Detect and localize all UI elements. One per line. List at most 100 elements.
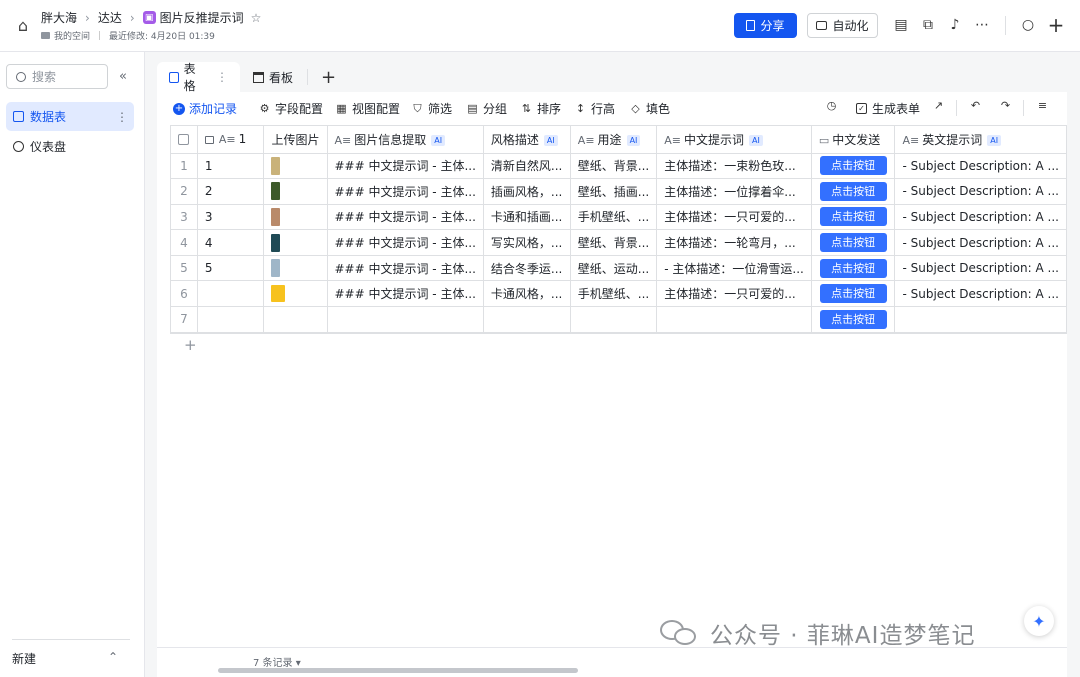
row-number[interactable]: 5	[171, 255, 198, 282]
cn-prompt-cell[interactable]: - 主体描述：一位滑雪运...	[656, 255, 812, 282]
breadcrumb-item[interactable]: 胖大海	[41, 9, 77, 26]
style-cell[interactable]: 卡通和插画...	[483, 204, 571, 231]
info-cell[interactable]	[327, 306, 484, 333]
use-cell[interactable]: 壁纸、背景...	[570, 153, 658, 180]
style-cell[interactable]: 结合冬季运...	[483, 255, 571, 282]
search-input[interactable]: 搜索	[6, 64, 108, 89]
search-icon[interactable]: ○	[1019, 16, 1037, 34]
record-count[interactable]: 7 条记录 ▾	[253, 654, 301, 669]
use-cell[interactable]: 手机壁纸、...	[570, 280, 658, 308]
use-cell[interactable]: 手机壁纸、...	[570, 204, 658, 231]
home-icon[interactable]: ⌂	[12, 14, 34, 36]
cn-prompt-cell[interactable]: 主体描述：一只可爱的...	[656, 204, 812, 231]
id-cell[interactable]: 1	[197, 153, 265, 180]
style-cell[interactable]: 清新自然风...	[483, 153, 571, 180]
checkbox-icon[interactable]	[178, 134, 190, 146]
en-prompt-cell[interactable]: - Subject Description: A ...	[894, 229, 1067, 256]
send-button[interactable]: 点击按钮	[819, 309, 887, 329]
image-thumbnail[interactable]	[271, 233, 281, 252]
select-all-cell[interactable]	[171, 126, 198, 154]
info-cell[interactable]: ### 中文提示词 - 主体...	[327, 204, 484, 231]
sidebar-item-datatable[interactable]: 数据表 ⋮	[6, 102, 134, 131]
group-button[interactable]: ▤ 分组	[467, 100, 507, 117]
chevron-up-icon[interactable]: ⌃	[108, 650, 118, 664]
breadcrumb-item[interactable]: 达达	[98, 9, 122, 26]
image-thumbnail[interactable]	[271, 259, 281, 278]
style-cell[interactable]: 插画风格，...	[483, 178, 571, 205]
more-vertical-icon[interactable]: ⋮	[116, 110, 128, 124]
add-record-button[interactable]: + 添加记录	[173, 100, 237, 117]
sort-button[interactable]: ⇅ 排序	[521, 100, 561, 117]
more-icon[interactable]: ⋯	[973, 16, 991, 34]
automation-button[interactable]: 自动化	[807, 13, 878, 38]
plugin-icon[interactable]: ⧉	[919, 16, 937, 34]
image-cell[interactable]	[263, 306, 328, 333]
table-row[interactable]: 5 5 ### 中文提示词 - 主体... 结合冬季运... 壁纸、运动... - 主体描…	[171, 255, 1067, 282]
horizontal-scrollbar[interactable]	[218, 668, 578, 673]
table-row[interactable]: 4 4 ### 中文提示词 - 主体... 写实风格，... 壁纸、背景... 主体描述：…	[171, 229, 1067, 256]
collapse-sidebar-icon[interactable]: «	[119, 69, 127, 84]
table-row[interactable]: 7 点击按钮	[171, 306, 1067, 333]
doc-title[interactable]: 图片反推提示词	[160, 9, 244, 26]
column-header-info[interactable]: A≡ 图片信息提取 AI	[327, 126, 484, 154]
fill-color-button[interactable]: ◇ 填色	[630, 100, 670, 117]
id-cell[interactable]: 4	[197, 229, 265, 256]
cn-send-cell[interactable]: 点击按钮	[811, 255, 896, 282]
use-cell[interactable]	[570, 306, 658, 333]
id-cell[interactable]: 2	[197, 178, 265, 205]
sidebar-item-dashboard[interactable]: 仪表盘	[6, 132, 134, 161]
undo-icon[interactable]: ↶	[970, 100, 986, 111]
new-button[interactable]: 新建	[12, 650, 36, 667]
ai-assistant-button[interactable]: ✦	[1024, 606, 1054, 636]
send-button[interactable]: 点击按钮	[819, 258, 887, 278]
send-button[interactable]: 点击按钮	[819, 181, 887, 201]
filter-button[interactable]: ⛉ 筛选	[412, 100, 452, 117]
cn-prompt-cell[interactable]: 主体描述：一只可爱的...	[656, 280, 812, 308]
info-cell[interactable]: ### 中文提示词 - 主体...	[327, 229, 484, 256]
tab-kanban[interactable]: 看板	[253, 62, 293, 92]
row-number[interactable]: 1	[171, 153, 198, 180]
use-cell[interactable]: 壁纸、插画...	[570, 178, 658, 205]
row-number[interactable]: 4	[171, 229, 198, 256]
bell-icon[interactable]: ♪	[946, 16, 964, 34]
image-thumbnail[interactable]	[271, 285, 286, 303]
cn-send-cell[interactable]: 点击按钮	[811, 306, 896, 333]
cn-send-cell[interactable]: 点击按钮	[811, 153, 896, 180]
share-button[interactable]: 分享	[734, 13, 797, 38]
style-cell[interactable]	[483, 306, 571, 333]
image-cell[interactable]	[263, 153, 328, 180]
image-cell[interactable]	[263, 280, 328, 308]
column-header-style[interactable]: 风格描述 AI	[483, 126, 571, 154]
row-height-button[interactable]: ↕ 行高	[575, 100, 615, 117]
table-row[interactable]: 2 2 ### 中文提示词 - 主体... 插画风格，... 壁纸、插画... 主体描述：…	[171, 178, 1067, 205]
send-button[interactable]: 点击按钮	[819, 207, 887, 227]
use-cell[interactable]: 壁纸、背景...	[570, 229, 658, 256]
column-header-cn-send[interactable]: ▭ 中文发送	[811, 126, 896, 154]
style-cell[interactable]: 写实风格，...	[483, 229, 571, 256]
send-button[interactable]: 点击按钮	[819, 156, 887, 176]
add-view-icon[interactable]: +	[321, 62, 336, 92]
row-number[interactable]: 6	[171, 280, 198, 308]
table-row[interactable]: 1 1 ### 中文提示词 - 主体... 清新自然风... 壁纸、背景... 主体描述：…	[171, 153, 1067, 180]
table-row[interactable]: 6 ### 中文提示词 - 主体... 卡通风格，... 手机壁纸、... 主体描述：一…	[171, 280, 1067, 308]
id-cell[interactable]	[197, 306, 265, 333]
add-row-button[interactable]: +	[170, 333, 1067, 357]
more-vertical-icon[interactable]: ⋮	[216, 70, 228, 84]
cn-send-cell[interactable]: 点击按钮	[811, 204, 896, 231]
en-prompt-cell[interactable]: - Subject Description: A ...	[894, 255, 1067, 282]
redo-icon[interactable]: ↷	[1000, 100, 1016, 111]
image-cell[interactable]	[263, 204, 328, 231]
row-number[interactable]: 2	[171, 178, 198, 205]
en-prompt-cell[interactable]: - Subject Description: A ...	[894, 280, 1067, 308]
tab-grid[interactable]: 表格 ⋮	[157, 62, 240, 93]
image-thumbnail[interactable]	[271, 207, 281, 226]
column-header-en-prompt[interactable]: A≡ 英文提示词 AI	[894, 126, 1067, 154]
cn-prompt-cell[interactable]: 主体描述：一位撑着伞...	[656, 178, 812, 205]
cn-send-cell[interactable]: 点击按钮	[811, 178, 896, 205]
row-number[interactable]: 3	[171, 204, 198, 231]
en-prompt-cell[interactable]: - Subject Description: A ...	[894, 204, 1067, 231]
id-cell[interactable]: 3	[197, 204, 265, 231]
doc-location[interactable]: 我的空间	[54, 29, 90, 42]
history-icon[interactable]: ◷	[826, 100, 842, 111]
en-prompt-cell[interactable]: - Subject Description: A ...	[894, 178, 1067, 205]
